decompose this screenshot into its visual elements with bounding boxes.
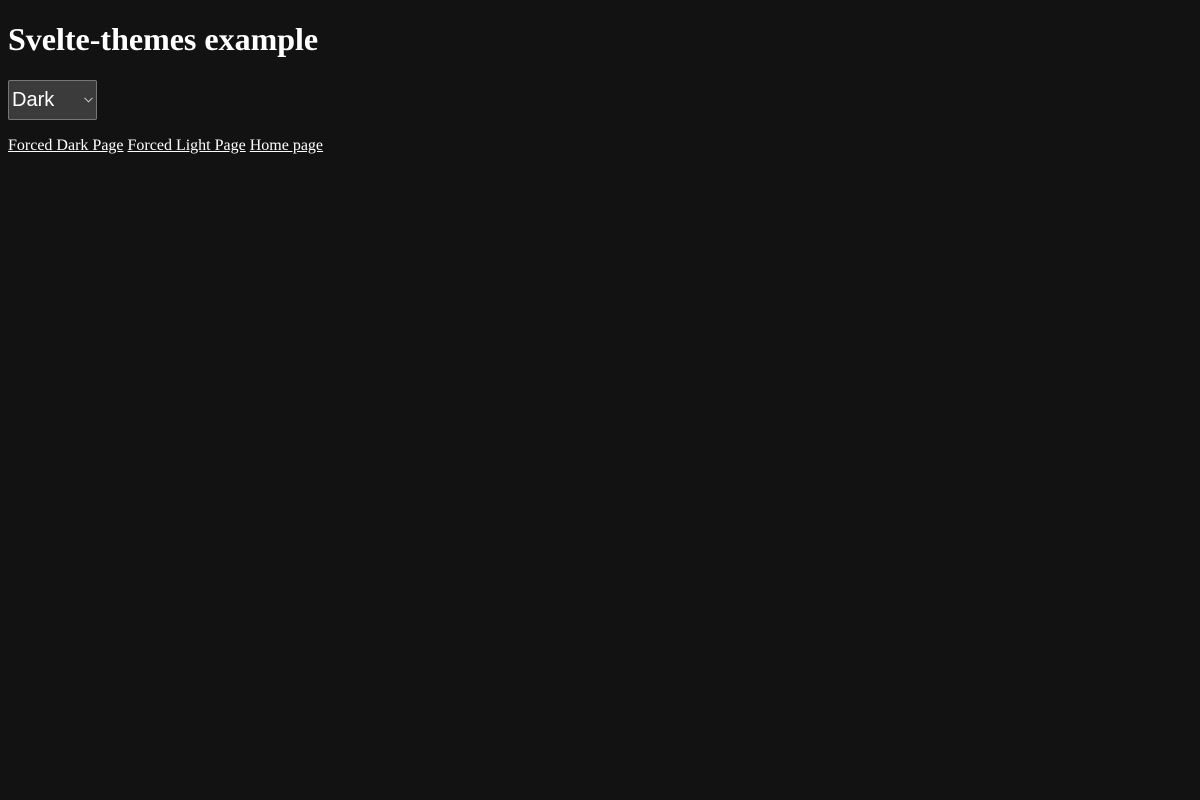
link-forced-light-page[interactable]: Forced Light Page	[128, 137, 246, 154]
theme-select-row: Dark	[8, 80, 1192, 120]
nav-links: Forced Dark Page Forced Light Page Home …	[8, 136, 1192, 156]
theme-select[interactable]: Dark	[8, 80, 97, 120]
theme-select-value: Dark	[12, 89, 55, 111]
chevron-down-icon	[83, 95, 93, 105]
page-title: Svelte-themes example	[8, 21, 319, 57]
page-container: Svelte-themes example Dark Forced Dark P…	[0, 21, 1200, 156]
link-home-page[interactable]: Home page	[250, 137, 323, 154]
link-forced-dark-page[interactable]: Forced Dark Page	[8, 137, 124, 154]
